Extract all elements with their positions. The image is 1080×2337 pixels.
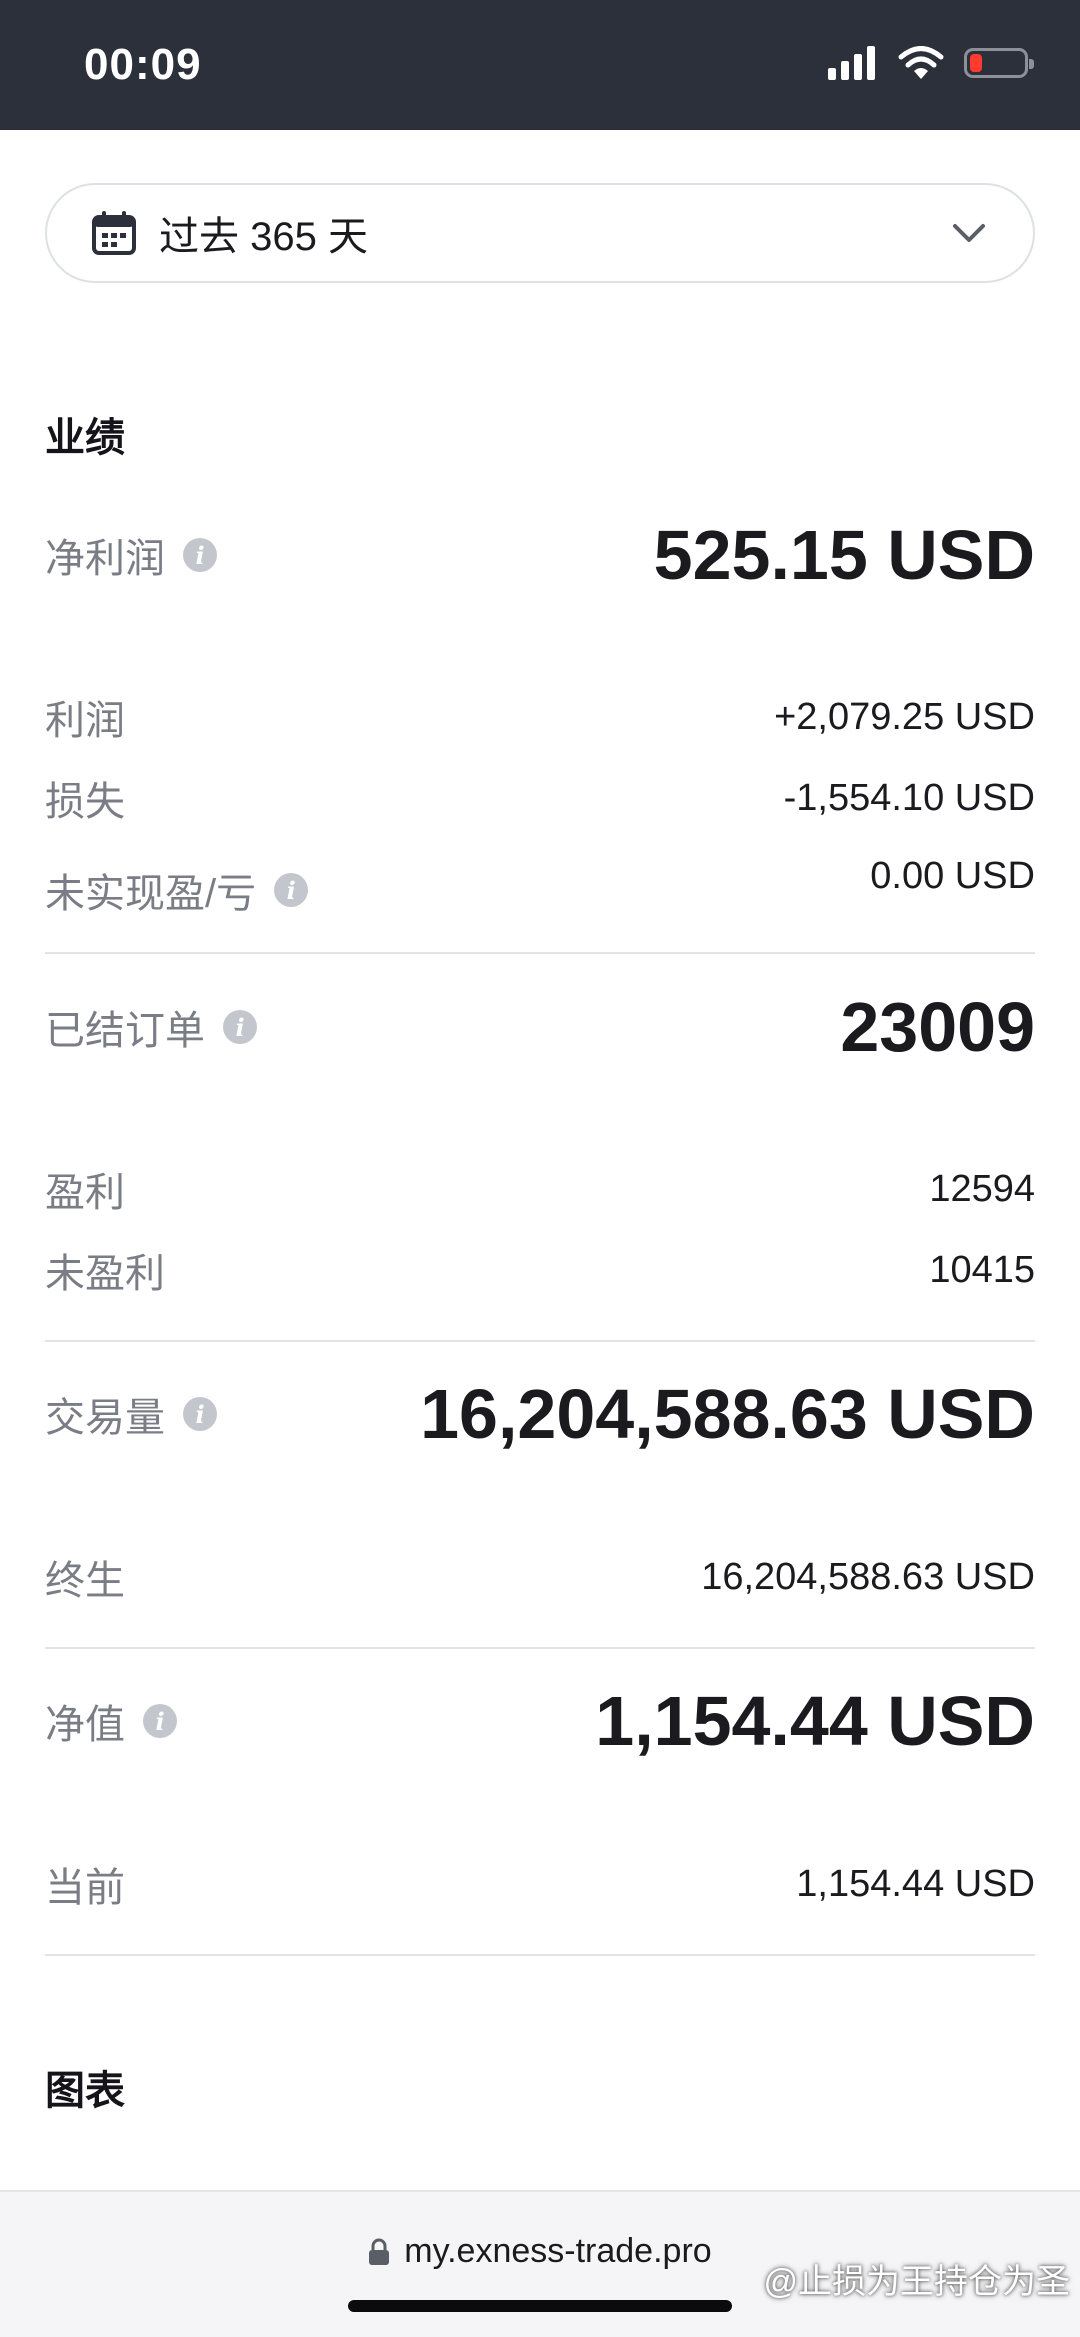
equity-label: 净值 [45,1703,125,1747]
volume-value: 16,204,588.63 USD [420,1375,1035,1453]
profit-value: +2,079.25 USD [774,695,1035,738]
info-icon[interactable]: i [183,538,217,572]
charts-title: 图表 [45,2069,125,2113]
equity-row: 净值 i 1,154.44 USD [45,1681,1035,1761]
status-bar: 00:09 [0,0,1080,130]
status-time: 00:09 [84,40,202,89]
volume-row: 交易量 i 16,204,588.63 USD [45,1374,1035,1454]
lifetime-row: 终生 16,204,588.63 USD [45,1552,1035,1604]
lifetime-label: 终生 [45,1559,125,1603]
battery-level [970,54,982,72]
battery-icon [964,48,1034,78]
profitable-orders-row: 盈利 12594 [45,1164,1035,1216]
net-profit-row: 净利润 i 525.15 USD [45,515,1035,595]
current-equity-row: 当前 1,154.44 USD [45,1859,1035,1911]
home-indicator[interactable] [348,2300,732,2312]
closed-orders-value: 23009 [840,988,1035,1066]
info-icon[interactable]: i [183,1397,217,1431]
profitable-orders-value: 12594 [929,1167,1035,1210]
unprofitable-orders-label: 未盈利 [45,1252,165,1296]
url-text: my.exness-trade.pro [404,2232,712,2270]
calendar-icon [92,211,136,255]
date-range-picker[interactable]: 过去 365 天 [45,183,1035,283]
performance-title: 业绩 [45,416,125,460]
current-equity-value: 1,154.44 USD [796,1862,1035,1905]
date-range-label: 过去 365 天 [159,215,368,259]
signal-icon [828,46,875,80]
current-equity-label: 当前 [45,1866,125,1910]
unprofitable-orders-value: 10415 [929,1248,1035,1291]
net-profit-value: 525.15 USD [653,516,1035,594]
loss-label: 损失 [45,780,125,824]
net-profit-label: 净利润 [45,537,165,581]
unrealized-value: 0.00 USD [870,855,1035,897]
chevron-down-icon [953,224,985,242]
status-icons [828,46,1034,80]
closed-orders-row: 已结订单 i 23009 [45,987,1035,1067]
watermark-text: @止损为王持仓为圣 [763,2263,1070,2301]
divider [45,1647,1035,1649]
unprofitable-orders-row: 未盈利 10415 [45,1245,1035,1297]
closed-orders-label: 已结订单 [45,1009,205,1053]
volume-label: 交易量 [45,1396,165,1440]
loss-row: 损失 -1,554.10 USD [45,773,1035,825]
divider [45,1954,1035,1956]
loss-value: -1,554.10 USD [783,776,1035,819]
divider [45,1340,1035,1342]
profit-label: 利润 [45,699,125,743]
info-icon[interactable]: i [274,873,309,907]
info-icon[interactable]: i [143,1704,177,1738]
browser-bottom-bar: my.exness-trade.pro @止损为王持仓为圣 [0,2190,1080,2337]
divider [45,952,1035,954]
info-icon[interactable]: i [223,1010,257,1044]
unrealized-row: 未实现盈/亏 i 0.00 USD [45,855,1035,916]
unrealized-label: 未实现盈/亏 [45,872,257,916]
equity-value: 1,154.44 USD [595,1682,1035,1760]
profitable-orders-label: 盈利 [45,1171,125,1215]
lock-icon [369,2238,390,2265]
profit-row: 利润 +2,079.25 USD [45,692,1035,744]
lifetime-value: 16,204,588.63 USD [701,1555,1035,1598]
wifi-icon [898,46,944,79]
